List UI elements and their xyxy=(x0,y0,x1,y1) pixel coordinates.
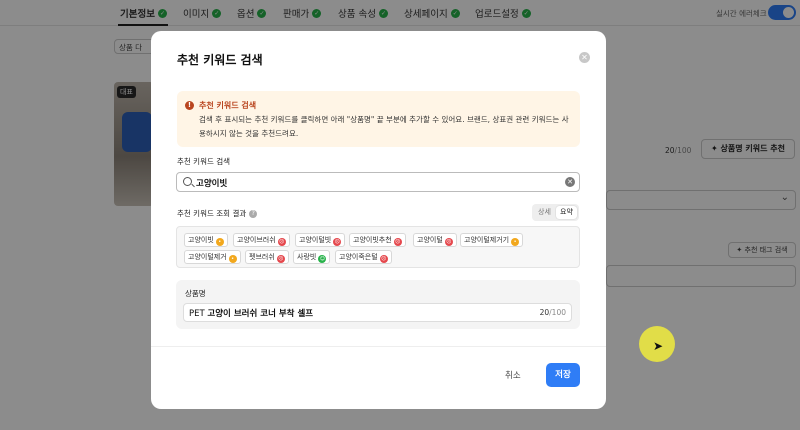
keyword-search-modal: 추천 키워드 검색 ✕ ! 추천 키워드 검색 검색 후 표시되는 추천 키워드… xyxy=(151,31,606,409)
keyword-chip[interactable]: 고양이털제거 • xyxy=(184,250,241,264)
mouse-cursor-icon: ➤ xyxy=(653,339,664,353)
save-button[interactable]: 저장 xyxy=(546,363,580,387)
keyword-chip[interactable]: 고양이빗 • xyxy=(184,233,228,247)
product-name-input[interactable]: PET 고양이 브러쉬 코너 부착 셀프 20/100 xyxy=(183,303,572,322)
footer-divider xyxy=(151,346,606,347)
keyword-results: 고양이빗 • 고양이브러쉬 ☹ 고양이털빗 ☹ 고양이빗추천 ☹ 고양이털 ☹ 고양이털제거기 • 고양… xyxy=(176,226,580,268)
keyword-chip[interactable]: 고양이털제거기 • xyxy=(460,233,524,247)
view-mode-toggle[interactable]: 상세 요약 xyxy=(532,204,579,221)
bad-face-icon: ☹ xyxy=(277,238,286,246)
keyword-chip[interactable]: 고양이죽은털 ☹ xyxy=(335,250,392,264)
notice-title: 추천 키워드 검색 xyxy=(199,101,257,110)
keyword-chip[interactable]: 고양이털빗 ☹ xyxy=(295,233,346,247)
keyword-chip[interactable]: 고양이털 ☹ xyxy=(413,233,457,247)
bad-face-icon: ☹ xyxy=(333,238,342,246)
keyword-chip[interactable]: 고양이브러쉬 ☹ xyxy=(233,233,290,247)
bad-face-icon: ☹ xyxy=(444,238,453,246)
search-label: 추천 키워드 검색 xyxy=(177,157,231,166)
bad-face-icon: ☹ xyxy=(276,255,285,263)
alert-icon: ! xyxy=(185,101,194,110)
summary-view-option[interactable]: 요약 xyxy=(556,206,577,219)
search-icon xyxy=(183,177,192,186)
bad-face-icon: ☹ xyxy=(393,238,402,246)
keyword-chip[interactable]: 사랑빗 ☺ xyxy=(293,250,331,264)
close-icon[interactable]: ✕ xyxy=(579,52,590,63)
clear-icon[interactable]: ✕ xyxy=(565,177,575,187)
good-face-icon: ☺ xyxy=(318,255,327,263)
modal-title: 추천 키워드 검색 xyxy=(177,53,263,67)
cancel-button[interactable]: 취소 xyxy=(505,369,521,381)
help-icon[interactable]: ? xyxy=(249,210,258,218)
product-name-label: 상품명 xyxy=(185,289,206,298)
results-label: 추천 키워드 조회 결과? xyxy=(177,208,258,219)
notice-text: 검색 후 표시되는 추천 키워드를 클릭하면 아래 "상품명" 끝 부분에 추가… xyxy=(199,115,569,138)
bad-face-icon: ☹ xyxy=(379,255,388,263)
keyword-search-input[interactable]: 고양이빗 ✕ xyxy=(176,172,580,192)
product-name-count: 20/100 xyxy=(539,308,566,317)
neutral-face-icon: • xyxy=(228,255,237,263)
neutral-face-icon: • xyxy=(511,238,520,246)
keyword-chip[interactable]: 고양이빗추천 ☹ xyxy=(349,233,406,247)
neutral-face-icon: • xyxy=(215,238,224,246)
product-name-box: 상품명 PET 고양이 브러쉬 코너 부착 셀프 20/100 xyxy=(176,280,580,329)
detail-view-option[interactable]: 상세 xyxy=(534,206,555,219)
keyword-chip[interactable]: 펫브러쉬 ☹ xyxy=(245,250,289,264)
notice-box: ! 추천 키워드 검색 검색 후 표시되는 추천 키워드를 클릭하면 아래 "상… xyxy=(177,91,580,147)
